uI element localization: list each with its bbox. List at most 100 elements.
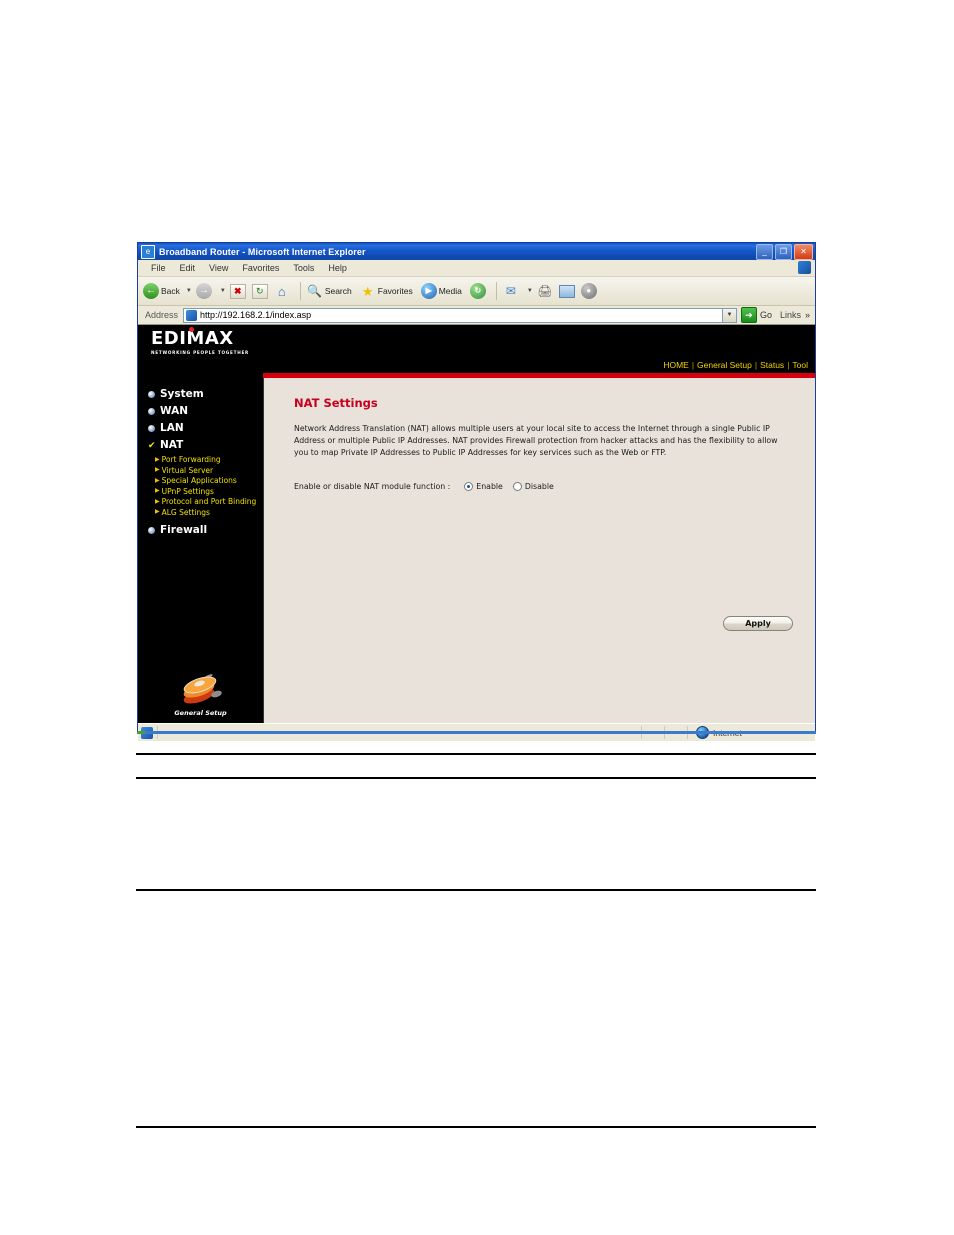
edit-button[interactable] (558, 282, 577, 300)
sidebar-item-alg-settings[interactable]: ▶ ALG Settings (155, 508, 263, 517)
taskbar-start-indicator (137, 731, 145, 734)
sidebar-item-special-applications-label: Special Applications (161, 476, 237, 485)
router-banner: EDIMAX NETWORKING PEOPLE TOGETHER HOME |… (138, 325, 815, 373)
forward-dropdown-icon[interactable]: ▼ (220, 288, 226, 294)
discuss-button[interactable]: ● (580, 282, 599, 300)
home-button[interactable]: ⌂ (273, 282, 292, 300)
menu-edit[interactable]: Edit (173, 263, 203, 273)
sidebar-item-upnp-settings[interactable]: ▶ UPnP Settings (155, 487, 263, 496)
sidebar-item-virtual-server[interactable]: ▶ Virtual Server (155, 466, 263, 475)
menu-favorites[interactable]: Favorites (235, 263, 286, 273)
sidebar-item-firewall[interactable]: Firewall (148, 524, 263, 536)
apply-button[interactable]: Apply (723, 616, 793, 631)
history-icon: ↻ (469, 282, 487, 300)
radio-option-enable[interactable]: Enable (464, 482, 503, 492)
window-titlebar: e Broadband Router - Microsoft Internet … (138, 243, 815, 260)
address-dropdown-icon[interactable]: ▼ (722, 307, 737, 323)
history-button[interactable]: ↻ (469, 282, 488, 300)
sidebar-menu: System WAN LAN ✔ NAT (138, 378, 263, 451)
radio-disable-input[interactable] (512, 482, 522, 492)
page-title: NAT Settings (294, 396, 378, 410)
favorites-button[interactable]: ★ Favorites (359, 282, 413, 300)
refresh-icon: ↻ (251, 282, 269, 300)
search-icon: 🔍 (307, 284, 323, 298)
forward-arrow-icon: → (195, 282, 213, 300)
brand-tagline: NETWORKING PEOPLE TOGETHER (151, 350, 250, 355)
sidebar-item-port-forwarding-label: Port Forwarding (161, 455, 221, 464)
nav-status[interactable]: Status (757, 360, 787, 370)
radio-enable-input[interactable] (464, 482, 474, 492)
print-button[interactable]: 🖨 (536, 282, 555, 300)
go-button[interactable]: ➔ Go (740, 307, 772, 323)
sidebar-item-special-applications[interactable]: ▶ Special Applications (155, 476, 263, 485)
radio-enable-label: Enable (476, 482, 503, 492)
router-sidebar: System WAN LAN ✔ NAT ▶ Port Forwarding ▶… (138, 378, 264, 723)
sidebar-item-virtual-server-label: Virtual Server (161, 465, 214, 475)
brand-name: EDIMAX (151, 328, 234, 349)
favorites-button-label: Favorites (377, 286, 413, 296)
sidebar-item-system-label: System (160, 388, 204, 400)
router-content: NAT Settings Network Address Translation… (264, 378, 815, 723)
menu-bar: File Edit View Favorites Tools Help (138, 260, 815, 277)
address-input[interactable]: http://192.168.2.1/index.asp (183, 307, 723, 323)
sidebar-submenu-nat: ▶ Port Forwarding ▶ Virtual Server ▶ Spe… (138, 455, 263, 517)
bullet-icon (148, 390, 155, 398)
back-button-label: Back (161, 286, 180, 296)
sidebar-item-protocol-and-port-binding[interactable]: ▶ Protocol and Port Binding (155, 497, 263, 506)
sidebar-item-nat-label: NAT (160, 439, 184, 451)
star-icon: ★ (361, 283, 374, 299)
sidebar-item-port-forwarding[interactable]: ▶ Port Forwarding (155, 455, 263, 464)
stop-button[interactable]: ✖ (229, 282, 248, 300)
home-icon: ⌂ (277, 283, 286, 299)
sidebar-item-wan-label: WAN (160, 405, 189, 417)
discuss-icon: ● (580, 282, 598, 300)
sidebar-item-system[interactable]: System (148, 388, 263, 400)
media-button-label: Media (438, 286, 462, 296)
links-label[interactable]: Links (780, 310, 801, 320)
minimize-button[interactable]: _ (756, 244, 773, 260)
menu-view[interactable]: View (202, 263, 235, 273)
sidebar-item-nat[interactable]: ✔ NAT (148, 439, 263, 451)
sidebar-item-alg-settings-label: ALG Settings (161, 507, 210, 517)
arrow-right-icon: ▶ (155, 488, 160, 494)
general-setup-icon (179, 673, 223, 708)
toolbar-separator-2 (495, 282, 497, 300)
radio-option-disable[interactable]: Disable (512, 482, 554, 492)
nav-tool[interactable]: Tool (789, 360, 811, 370)
mail-button[interactable]: ✉ (502, 282, 521, 300)
page-divider-second (136, 777, 816, 779)
back-dropdown-icon[interactable]: ▼ (186, 288, 192, 294)
menu-tools[interactable]: Tools (286, 263, 321, 273)
sidebar-footer-logo: General Setup (138, 673, 263, 717)
stop-icon: ✖ (229, 282, 247, 300)
sidebar-item-protocol-and-port-binding-label: Protocol and Port Binding (161, 497, 257, 506)
sidebar-firewall-row: Firewall (138, 518, 263, 536)
window-controls: _ ❐ ✕ (756, 244, 813, 260)
printer-icon: 🖨 (537, 284, 553, 298)
sidebar-item-lan-label: LAN (160, 422, 184, 434)
menu-help[interactable]: Help (321, 263, 354, 273)
sidebar-item-wan[interactable]: WAN (148, 405, 263, 417)
page-favicon-icon (186, 309, 198, 321)
restore-button[interactable]: ❐ (775, 244, 792, 260)
radio-disable-label: Disable (524, 482, 554, 492)
search-button[interactable]: 🔍 Search (306, 282, 352, 300)
sidebar-item-lan[interactable]: LAN (148, 422, 263, 434)
router-body: System WAN LAN ✔ NAT ▶ Port Forwarding ▶… (138, 378, 815, 723)
nav-general-setup[interactable]: General Setup (694, 360, 755, 370)
menu-file[interactable]: File (144, 263, 173, 273)
taskbar-strip (137, 731, 816, 734)
back-button[interactable]: ← Back (142, 282, 180, 300)
top-nav: HOME | General Setup | Status | Tool (660, 360, 811, 370)
mail-dropdown-icon[interactable]: ▼ (527, 288, 533, 294)
toolbar-separator (299, 282, 301, 300)
search-button-label: Search (324, 286, 352, 296)
page-divider-bottom (136, 1126, 816, 1128)
media-button[interactable]: ▶ Media (420, 282, 462, 300)
refresh-button[interactable]: ↻ (251, 282, 270, 300)
page-divider-top (136, 753, 816, 755)
forward-button[interactable]: → (195, 282, 214, 300)
nav-home[interactable]: HOME (660, 360, 692, 370)
close-button[interactable]: ✕ (794, 244, 813, 260)
links-chevron-icon[interactable]: » (805, 310, 810, 320)
